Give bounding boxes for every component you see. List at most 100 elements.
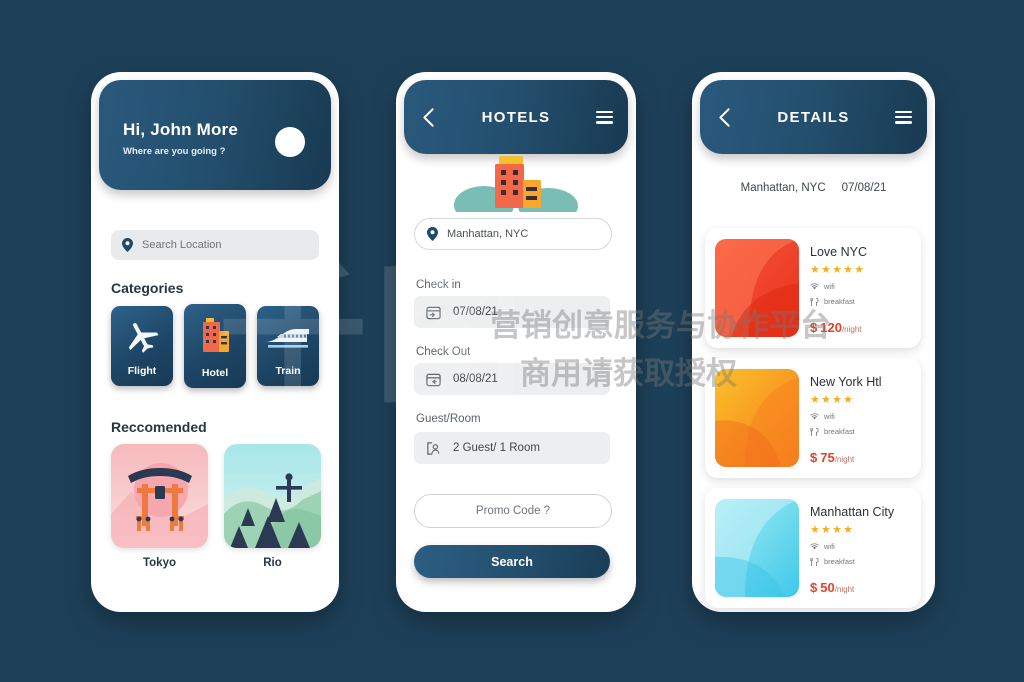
amenity-breakfast: breakfast	[810, 427, 921, 436]
guest-value: 2 Guest/ 1 Room	[453, 442, 540, 454]
amenity-wifi-label: wifi	[824, 282, 835, 291]
checkin-value: 07/08/21	[453, 306, 498, 318]
hotel-rating-stars: ★★★★	[810, 524, 855, 536]
location-pin-icon	[427, 227, 438, 241]
wifi-icon	[810, 283, 819, 290]
guest-field[interactable]: 2 Guest/ 1 Room	[414, 432, 610, 464]
currency-symbol: $	[810, 450, 818, 465]
home-screen-content: Hi, John More Where are you going ? Sear…	[91, 72, 339, 612]
screenshot-canvas: Hi, John More Where are you going ? Sear…	[0, 0, 1024, 682]
hotel-price: $120/night	[810, 320, 862, 335]
amenity-breakfast: breakfast	[810, 297, 921, 306]
details-title: DETAILS	[777, 108, 850, 126]
hotel-rating-stars: ★★★★★	[810, 264, 866, 276]
avatar[interactable]	[275, 127, 305, 157]
per-night-label: /night	[834, 585, 855, 594]
subgreeting-text: Where are you going ?	[123, 146, 226, 157]
amenity-wifi: wifi	[810, 542, 921, 551]
hotel-result-card[interactable]: Manhattan City ★★★★ wifi breakfast $50/n…	[705, 488, 921, 608]
guest-icon	[426, 441, 441, 456]
amenity-wifi-label: wifi	[824, 412, 835, 421]
hotel-info: Manhattan City ★★★★ wifi breakfast $50/n…	[799, 488, 921, 608]
phone-details-screen: DETAILS Manhattan, NYC 07/08/21 Love NYC…	[692, 72, 935, 612]
hotels-header: HOTELS	[404, 80, 628, 154]
hamburger-menu-icon[interactable]	[580, 110, 628, 124]
hotel-name: New York Htl	[810, 375, 882, 389]
greeting-text: Hi, John More	[123, 120, 238, 139]
category-card-train[interactable]: Train	[257, 306, 319, 386]
hotel-price: $75/night	[810, 450, 854, 465]
category-label-train: Train	[275, 365, 301, 377]
recommended-title: Reccomended	[111, 419, 207, 435]
orange-gradient-thumb	[715, 369, 799, 467]
price-value: 75	[820, 450, 835, 465]
hotel-rating-stars: ★★★★	[810, 394, 855, 406]
red-gradient-thumb	[715, 239, 799, 337]
amenity-wifi: wifi	[810, 282, 921, 291]
phone-hotels-screen: HOTELS Manhattan, NYC Check in 07/08/21 …	[396, 72, 636, 612]
search-location-placeholder: Search Location	[142, 239, 222, 251]
search-location-input[interactable]: Search Location	[111, 230, 319, 260]
details-subheader: Manhattan, NYC 07/08/21	[692, 182, 935, 194]
recommended-item-rio[interactable]: Rio	[224, 444, 321, 569]
category-card-hotel[interactable]: Hotel	[184, 304, 246, 388]
hamburger-menu-icon[interactable]	[879, 110, 927, 124]
details-location: Manhattan, NYC	[740, 182, 826, 194]
recommended-row: Tokyo Rio	[111, 444, 321, 569]
calendar-in-icon	[426, 305, 441, 320]
home-header: Hi, John More Where are you going ?	[99, 80, 331, 190]
hotel-name: Manhattan City	[810, 505, 895, 519]
torii-gate-illustration	[111, 444, 208, 548]
recommended-item-tokyo[interactable]: Tokyo	[111, 444, 208, 569]
amenity-breakfast: breakfast	[810, 557, 921, 566]
checkout-label: Check Out	[416, 346, 471, 358]
wifi-icon	[810, 413, 819, 420]
currency-symbol: $	[810, 580, 818, 595]
recommended-label-rio: Rio	[263, 557, 282, 569]
categories-title: Categories	[111, 280, 184, 296]
currency-symbol: $	[810, 320, 818, 335]
price-value: 50	[820, 580, 835, 595]
price-value: 120	[820, 320, 842, 335]
chevron-left-icon[interactable]	[700, 107, 748, 127]
checkout-value: 08/08/21	[453, 373, 498, 385]
category-card-flight[interactable]: Flight	[111, 306, 173, 386]
hotel-price: $50/night	[810, 580, 854, 595]
search-button[interactable]: Search	[414, 545, 610, 578]
calendar-out-icon	[426, 372, 441, 387]
hotel-result-card[interactable]: Love NYC ★★★★★ wifi breakfast $120/night	[705, 228, 921, 348]
categories-row: Flight Hotel Train	[111, 304, 321, 388]
amenity-wifi-label: wifi	[824, 542, 835, 551]
promo-code-button[interactable]: Promo Code ?	[414, 494, 612, 528]
hotel-info: Love NYC ★★★★★ wifi breakfast $120/night	[799, 228, 921, 348]
wifi-icon	[810, 543, 819, 550]
per-night-label: /night	[834, 455, 855, 464]
phone-home-screen: Hi, John More Where are you going ? Sear…	[91, 72, 339, 612]
amenity-breakfast-label: breakfast	[824, 557, 855, 566]
checkin-field[interactable]: 07/08/21	[414, 296, 610, 328]
checkout-field[interactable]: 08/08/21	[414, 363, 610, 395]
details-screen-content: DETAILS Manhattan, NYC 07/08/21 Love NYC…	[692, 72, 935, 612]
hotels-location-input[interactable]: Manhattan, NYC	[414, 218, 612, 250]
hotel-result-card[interactable]: New York Htl ★★★★ wifi breakfast $75/nig…	[705, 358, 921, 478]
cyan-gradient-thumb	[715, 499, 799, 597]
christ-redeemer-illustration	[224, 444, 321, 548]
breakfast-icon	[810, 427, 819, 436]
hotel-info: New York Htl ★★★★ wifi breakfast $75/nig…	[799, 358, 921, 478]
details-date: 07/08/21	[841, 182, 887, 194]
chevron-left-icon[interactable]	[404, 107, 452, 127]
location-pin-icon	[122, 238, 133, 252]
category-label-flight: Flight	[127, 365, 157, 377]
hotel-name: Love NYC	[810, 245, 867, 259]
hotels-screen-content: HOTELS Manhattan, NYC Check in 07/08/21 …	[396, 72, 636, 612]
details-header: DETAILS	[700, 80, 927, 154]
recommended-label-tokyo: Tokyo	[142, 557, 176, 569]
category-label-hotel: Hotel	[201, 367, 229, 379]
breakfast-icon	[810, 557, 819, 566]
amenity-breakfast-label: breakfast	[824, 297, 855, 306]
breakfast-icon	[810, 297, 819, 306]
guest-label: Guest/Room	[416, 413, 481, 425]
per-night-label: /night	[841, 325, 862, 334]
checkin-label: Check in	[416, 279, 461, 291]
train-icon	[257, 315, 319, 357]
